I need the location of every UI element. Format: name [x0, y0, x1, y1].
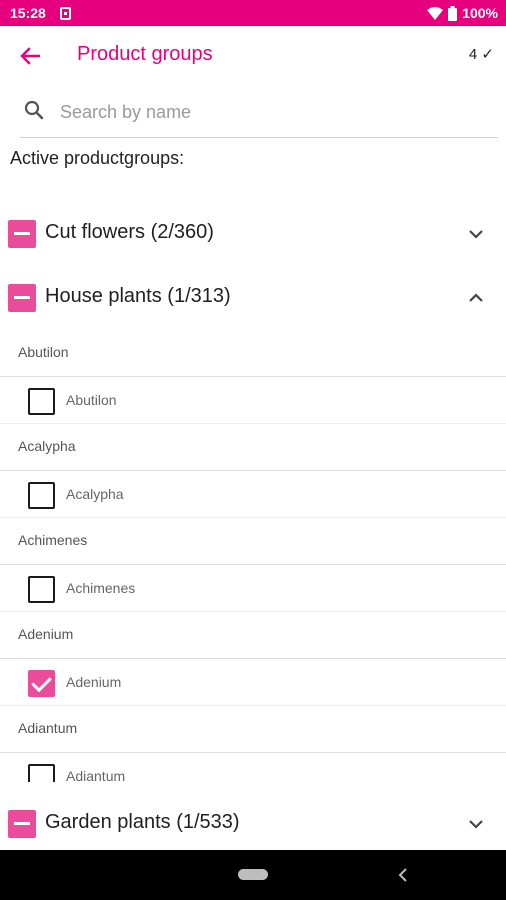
clock: 15:28: [10, 5, 46, 21]
checkbox[interactable]: [28, 576, 55, 603]
list-subheader: Abutilon: [0, 330, 506, 377]
back-button[interactable]: [14, 42, 46, 70]
wifi-icon: [427, 6, 444, 20]
subheader-label: Adiantum: [18, 720, 78, 736]
item-label: Acalypha: [66, 486, 124, 502]
status-bar: 15:28 100%: [0, 0, 506, 26]
home-pill-button[interactable]: [238, 869, 268, 880]
list-subheader: Acalypha: [0, 424, 506, 471]
group-garden-plants[interactable]: Garden plants (1/533): [0, 796, 506, 852]
status-right: 100%: [427, 5, 498, 21]
group-indeterminate-checkbox[interactable]: [8, 220, 36, 248]
selected-count[interactable]: 4 ✓: [469, 45, 494, 63]
subheader-label: Acalypha: [18, 438, 76, 454]
group-cut-flowers[interactable]: Cut flowers (2/360): [0, 206, 506, 262]
group-label: House plants (1/313): [45, 285, 231, 307]
app-bar: Product groups 4 ✓: [0, 26, 506, 86]
subheader-label: Adenium: [18, 626, 74, 642]
item-label: Abutilon: [66, 392, 117, 408]
checkbox-checked[interactable]: [28, 670, 55, 697]
subheader-label: Achimenes: [18, 532, 88, 548]
item-label: Adenium: [66, 674, 122, 690]
chevron-down-icon[interactable]: [466, 814, 486, 834]
search-icon: [24, 100, 44, 120]
system-nav-bar: [0, 850, 506, 900]
checkbox[interactable]: [28, 482, 55, 509]
checkbox[interactable]: [28, 388, 55, 415]
subheader-label: Abutilon: [18, 344, 69, 360]
list-item[interactable]: Abutilon: [0, 377, 506, 424]
list-subheader: Adenium: [0, 612, 506, 659]
group-label: Garden plants (1/533): [45, 811, 240, 833]
chevron-down-icon[interactable]: [466, 224, 486, 244]
search-bar: [20, 92, 498, 138]
group-label: Cut flowers (2/360): [45, 221, 214, 243]
list-subheader: Achimenes: [0, 518, 506, 565]
list-item[interactable]: Adenium: [0, 659, 506, 706]
page-title: Product groups: [77, 43, 213, 65]
arrow-back-icon: [20, 47, 40, 65]
list-item[interactable]: Achimenes: [0, 565, 506, 612]
group-indeterminate-checkbox[interactable]: [8, 284, 36, 312]
battery-icon: [448, 5, 458, 21]
status-left: 15:28: [10, 5, 71, 21]
section-label: Active productgroups:: [10, 148, 185, 168]
item-label: Achimenes: [66, 580, 136, 596]
search-input[interactable]: [60, 98, 480, 126]
notification-icon: [59, 6, 71, 20]
nav-back-icon[interactable]: [396, 866, 410, 884]
chevron-up-icon[interactable]: [466, 288, 486, 308]
battery-level: 100%: [462, 5, 498, 21]
item-label: Adiantum: [66, 768, 126, 782]
list-item[interactable]: Adiantum: [0, 753, 506, 782]
list-subheader: Adiantum: [0, 706, 506, 753]
group-indeterminate-checkbox[interactable]: [8, 810, 36, 838]
house-plants-list[interactable]: Abutilon Abutilon Acalypha Acalypha Achi…: [0, 330, 506, 782]
group-house-plants[interactable]: House plants (1/313): [0, 270, 506, 326]
checkbox[interactable]: [28, 764, 55, 782]
list-item[interactable]: Acalypha: [0, 471, 506, 518]
